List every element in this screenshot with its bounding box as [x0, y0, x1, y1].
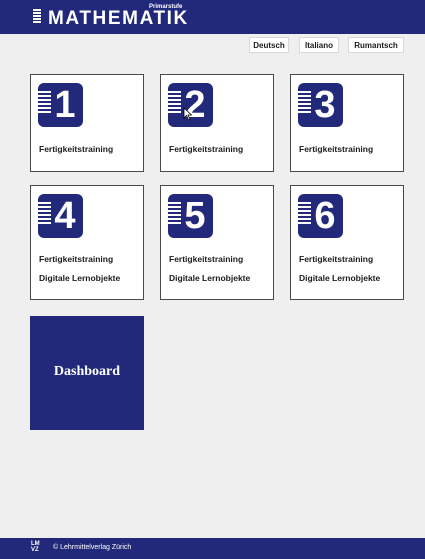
language-button-italiano[interactable]: Italiano — [299, 37, 339, 53]
dashboard-button[interactable]: Dashboard — [30, 316, 144, 430]
badge-number: 1 — [54, 84, 76, 126]
tile-3[interactable]: 3 Fertigkeitstraining — [290, 74, 404, 172]
badge-number: 5 — [184, 195, 206, 237]
mouse-cursor-icon — [183, 107, 193, 121]
number-badge-3-icon: 3 — [298, 83, 343, 127]
tile-1[interactable]: 1 Fertigkeitstraining — [30, 74, 144, 172]
tile-link-fertigkeitstraining[interactable]: Fertigkeitstraining — [169, 144, 243, 154]
tile-link-fertigkeitstraining[interactable]: Fertigkeitstraining — [169, 254, 243, 264]
number-badge-6-icon: 6 — [298, 194, 343, 238]
copyright-text: © Lehrmittelverlag Zürich — [53, 544, 132, 551]
tile-link-fertigkeitstraining[interactable]: Fertigkeitstraining — [299, 254, 373, 264]
book-lines-icon — [33, 9, 41, 26]
tile-4[interactable]: 4 Fertigkeitstraining Digitale Lernobjek… — [30, 185, 144, 300]
tile-link-digitale-lernobjekte[interactable]: Digitale Lernobjekte — [169, 273, 250, 283]
language-button-deutsch[interactable]: Deutsch — [249, 37, 289, 53]
tile-link-fertigkeitstraining[interactable]: Fertigkeitstraining — [39, 254, 113, 264]
publisher-logo[interactable]: LM VZ — [31, 541, 40, 553]
app-header: MATHEMATIK Primarstufe — [0, 0, 425, 34]
app-title[interactable]: MATHEMATIK — [48, 9, 189, 29]
language-button-rumantsch[interactable]: Rumantsch — [348, 37, 404, 53]
tile-6[interactable]: 6 Fertigkeitstraining Digitale Lernobjek… — [290, 185, 404, 300]
app-footer: LM VZ © Lehrmittelverlag Zürich — [0, 538, 425, 559]
tile-link-digitale-lernobjekte[interactable]: Digitale Lernobjekte — [299, 273, 380, 283]
app-subtitle: Primarstufe — [149, 4, 183, 10]
badge-number: 4 — [54, 195, 76, 237]
tile-link-fertigkeitstraining[interactable]: Fertigkeitstraining — [299, 144, 373, 154]
dashboard-label: Dashboard — [53, 364, 121, 379]
tile-link-fertigkeitstraining[interactable]: Fertigkeitstraining — [39, 144, 113, 154]
number-badge-1-icon: 1 — [38, 83, 83, 127]
tile-2[interactable]: 2 Fertigkeitstraining — [160, 74, 274, 172]
tile-5[interactable]: 5 Fertigkeitstraining Digitale Lernobjek… — [160, 185, 274, 300]
badge-number: 3 — [314, 84, 336, 126]
tile-link-digitale-lernobjekte[interactable]: Digitale Lernobjekte — [39, 273, 120, 283]
badge-number: 6 — [314, 195, 336, 237]
number-badge-5-icon: 5 — [168, 194, 213, 238]
publisher-logo-bottom: VZ — [31, 547, 39, 553]
number-badge-4-icon: 4 — [38, 194, 83, 238]
